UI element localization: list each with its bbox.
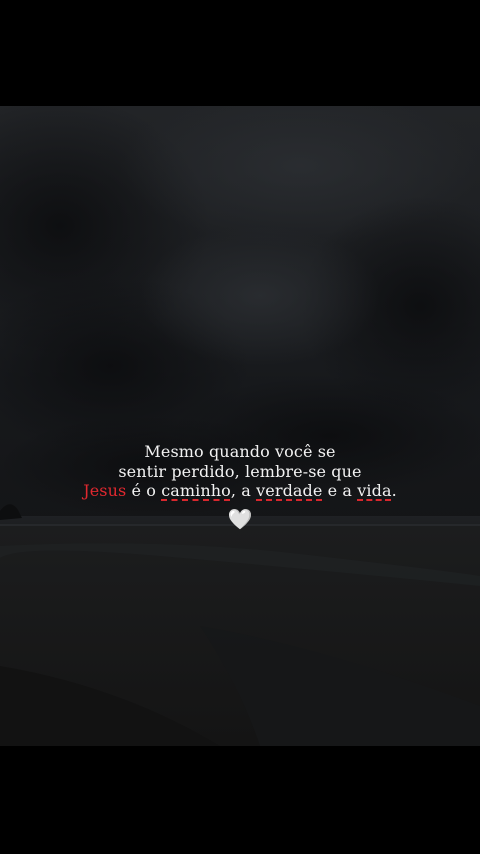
caption-text-4: . — [391, 481, 397, 500]
caption-text-1: é o — [126, 481, 162, 500]
caption-text-2: , a — [230, 481, 257, 500]
stormy-beach-scene — [0, 106, 480, 746]
underlined-verdade: verdade — [256, 481, 323, 500]
caption-line-3: Jesus é o caminho, a verdade e a vida. — [0, 481, 480, 501]
caption-text-3: e a — [322, 481, 358, 500]
highlight-jesus: Jesus — [83, 481, 127, 500]
white-heart-icon: 🤍 — [227, 507, 253, 531]
beach-storm-photo — [0, 106, 480, 746]
caption-line-1: Mesmo quando você se — [144, 442, 336, 461]
story-screen: Mesmo quando você se sentir perdido, lem… — [0, 0, 480, 854]
caption-line-2: sentir perdido, lembre-se que — [118, 461, 362, 481]
underlined-caminho: caminho — [161, 481, 231, 500]
quote-caption: Mesmo quando você se sentir perdido, lem… — [0, 442, 480, 501]
underlined-vida: vida — [357, 481, 392, 500]
